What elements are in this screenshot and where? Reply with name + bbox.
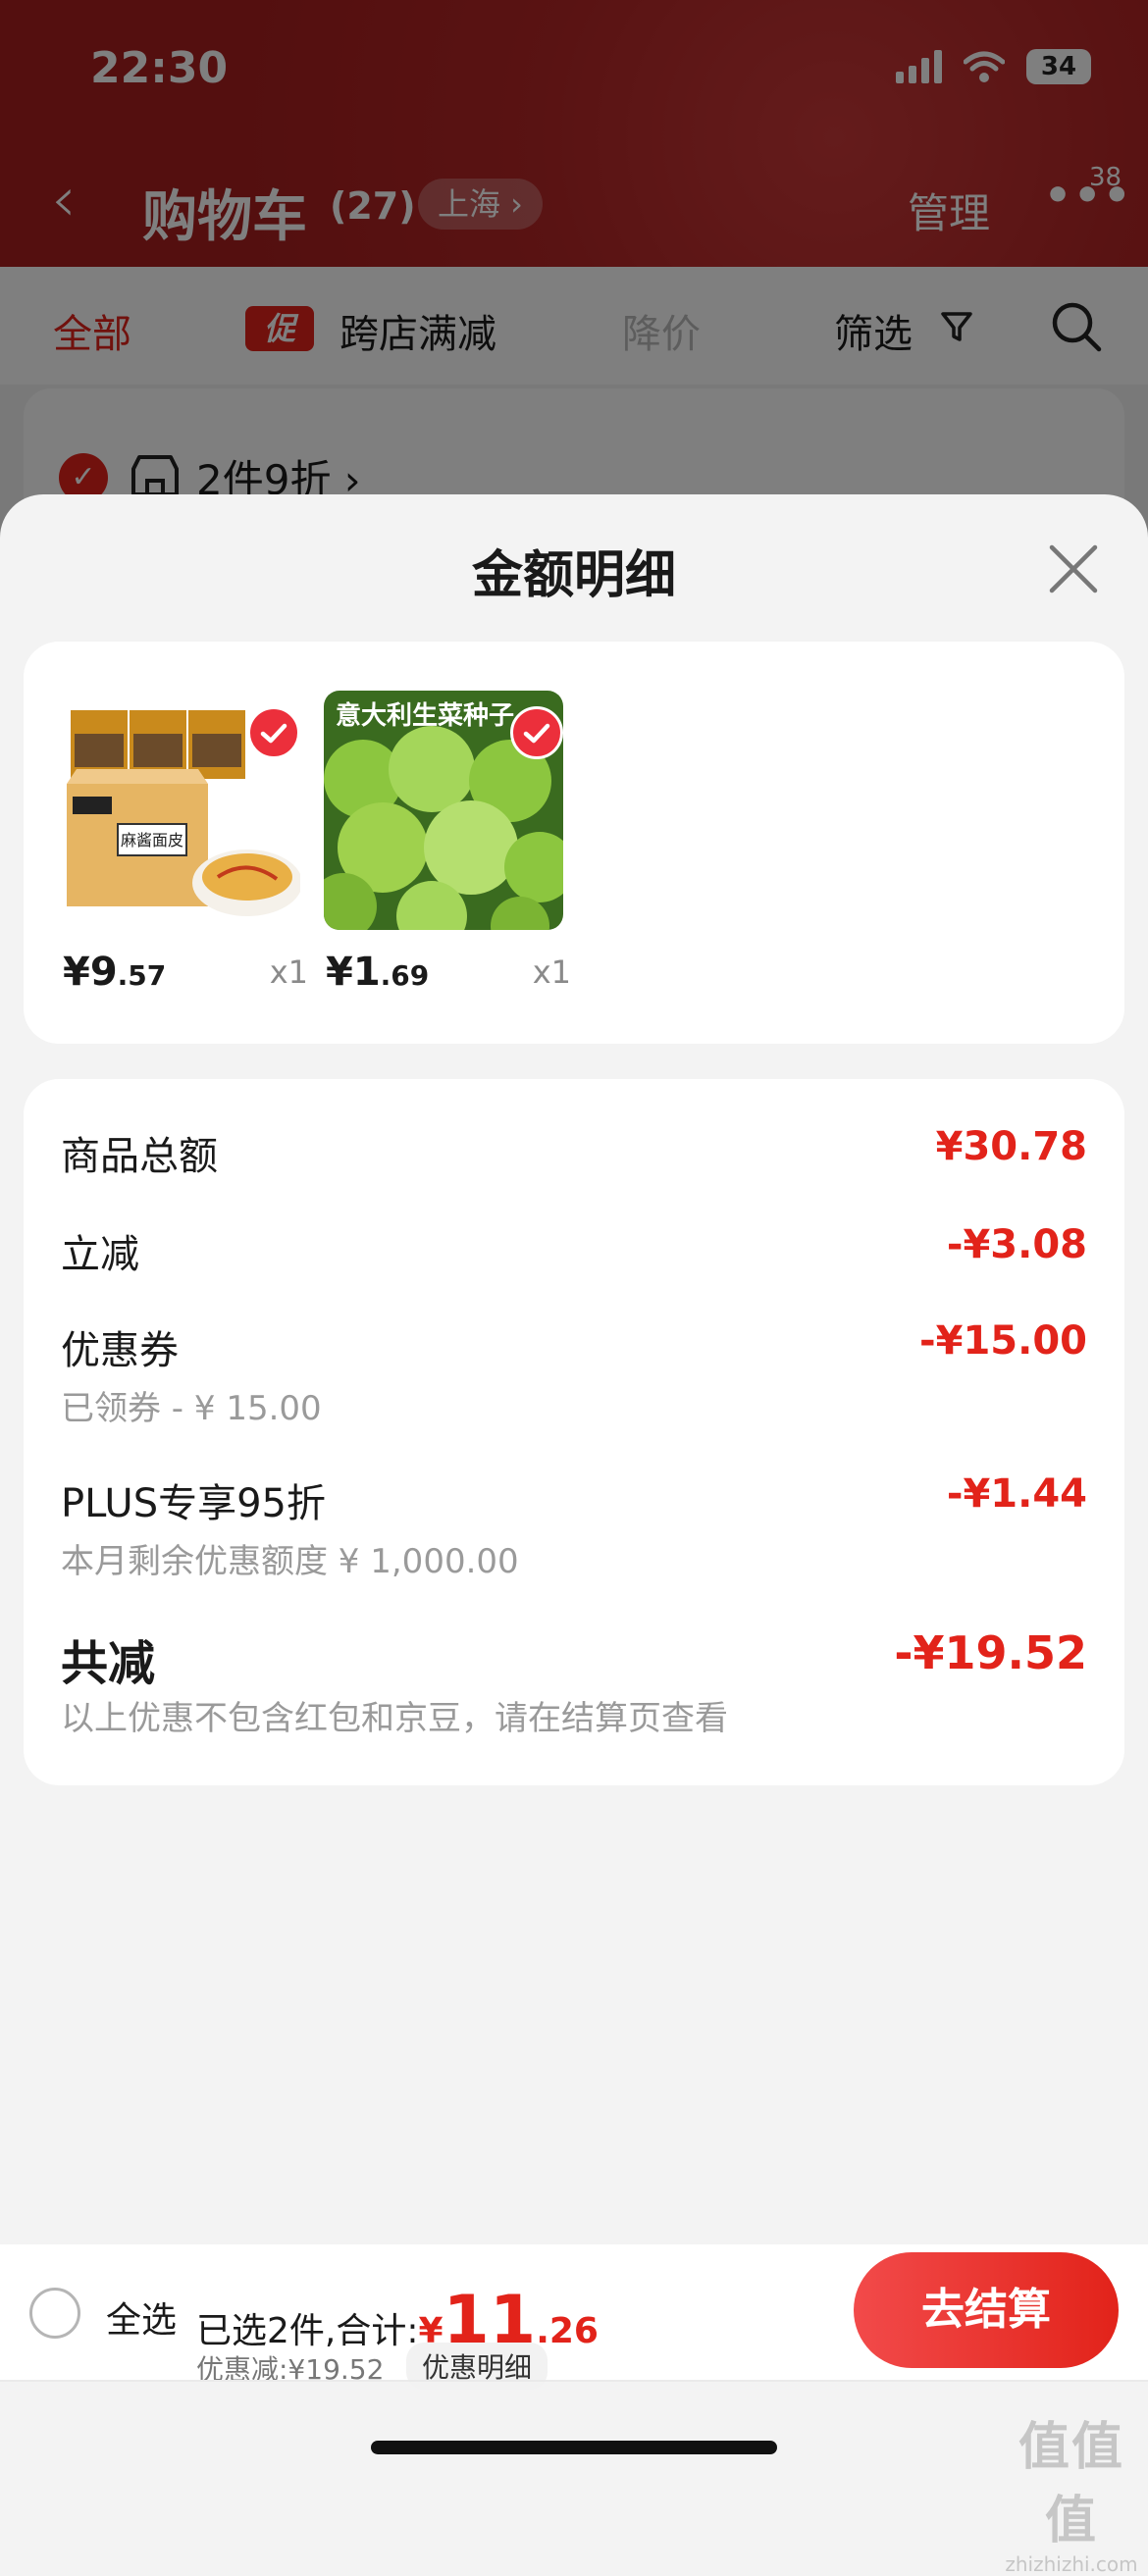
plus-quota-sub: 本月剩余优惠额度 ¥ 1,000.00 bbox=[61, 1542, 519, 1581]
coupon-value: -¥15.00 bbox=[919, 1318, 1087, 1364]
divider bbox=[0, 2380, 1148, 2382]
saved-amount: 优惠减:¥19.52 bbox=[196, 2353, 385, 2386]
select-all-checkbox[interactable] bbox=[29, 2288, 80, 2339]
check-icon[interactable] bbox=[510, 706, 563, 759]
product-item[interactable]: 麻酱面皮 ¥9.57 x1 bbox=[61, 691, 326, 1005]
coupon-sub: 已领券 - ¥ 15.00 bbox=[61, 1389, 322, 1428]
coupon-label: 优惠券 bbox=[61, 1328, 179, 1373]
sheet-title: 金额明细 bbox=[471, 546, 676, 605]
product-qty: x1 bbox=[532, 953, 571, 991]
goods-total-value: ¥30.78 bbox=[935, 1124, 1087, 1169]
plus-discount-label: PLUS专享95折 bbox=[61, 1481, 326, 1526]
product-price: ¥1.69 bbox=[326, 950, 430, 995]
check-icon[interactable] bbox=[247, 706, 300, 759]
discount-detail-link[interactable]: 优惠明细 bbox=[406, 2343, 548, 2390]
settlement-bar: 全选 已选2件,合计:¥11.26 优惠减:¥19.52 优惠明细 去结算 bbox=[0, 2244, 1148, 2390]
product-image-text: 麻酱面皮 bbox=[121, 831, 183, 850]
home-indicator[interactable] bbox=[371, 2441, 777, 2454]
amount-detail-sheet: 金额明细 麻酱面皮 ¥9.57 x1 意大利生菜种子 ¥1.69 x1 商品总额… bbox=[0, 494, 1148, 2484]
total-saved-value: -¥19.52 bbox=[894, 1626, 1087, 1679]
product-price: ¥9.57 bbox=[63, 950, 167, 995]
close-icon[interactable] bbox=[1044, 540, 1103, 598]
plus-discount-value: -¥1.44 bbox=[946, 1471, 1087, 1517]
product-image-text: 意大利生菜种子 bbox=[336, 700, 514, 731]
instant-discount-value: -¥3.08 bbox=[946, 1222, 1087, 1267]
total-saved-label: 共减 bbox=[61, 1636, 156, 1691]
select-all-label[interactable]: 全选 bbox=[106, 2292, 177, 2343]
checkout-button[interactable]: 去结算 bbox=[854, 2252, 1119, 2368]
total-note: 以上优惠不包含红包和京豆，请在结算页查看 bbox=[61, 1699, 728, 1738]
goods-total-label: 商品总额 bbox=[61, 1134, 218, 1179]
instant-discount-label: 立减 bbox=[61, 1232, 139, 1277]
watermark: 值值值 zhizhizhi.com bbox=[1005, 2418, 1138, 2576]
product-card: 麻酱面皮 ¥9.57 x1 意大利生菜种子 ¥1.69 x1 bbox=[24, 642, 1124, 1044]
product-item[interactable]: 意大利生菜种子 ¥1.69 x1 bbox=[324, 691, 589, 1005]
amount-detail-card: 商品总额 ¥30.78 立减 -¥3.08 优惠券 -¥15.00 已领券 - … bbox=[24, 1079, 1124, 1785]
product-qty: x1 bbox=[269, 953, 308, 991]
